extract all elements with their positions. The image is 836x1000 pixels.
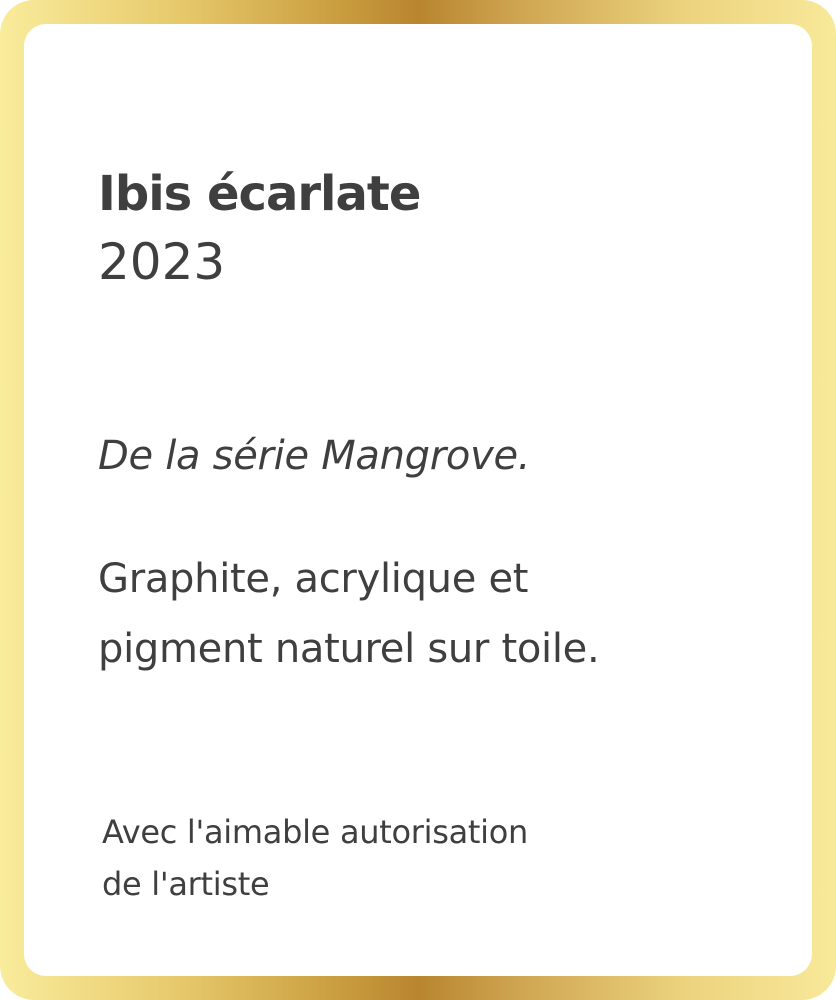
credit-text: Avec l'aimable autorisation de l'artiste xyxy=(102,806,528,910)
artwork-label-card: Ibis écarlate 2023 De la série Mangrove.… xyxy=(24,24,812,976)
artwork-year: 2023 xyxy=(98,233,226,291)
medium-description: Graphite, acrylique et pigment naturel s… xyxy=(98,544,600,684)
series-text: De la série Mangrove. xyxy=(98,433,531,479)
artwork-title: Ibis écarlate xyxy=(98,166,421,222)
medium-line: pigment naturel sur toile. xyxy=(98,626,600,672)
credit-line: Avec l'aimable autorisation xyxy=(102,813,528,851)
gold-frame: Ibis écarlate 2023 De la série Mangrove.… xyxy=(0,0,836,1000)
credit-line: de l'artiste xyxy=(102,865,270,903)
medium-line: Graphite, acrylique et xyxy=(98,556,529,602)
